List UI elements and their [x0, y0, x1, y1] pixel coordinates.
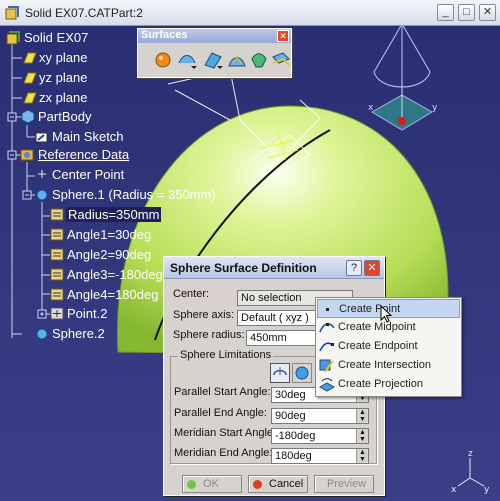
- tree-label: Sphere.1 (Radius = 350mm): [52, 187, 216, 202]
- fill-tool-icon[interactable]: [248, 49, 270, 71]
- preview-label: Preview: [327, 478, 367, 490]
- parallel-start-angle-value: 30deg: [275, 389, 306, 401]
- parameter-icon: [50, 268, 64, 281]
- parameter-icon: [50, 248, 64, 261]
- sketch-icon: [35, 132, 48, 143]
- dialog-close-button[interactable]: ✕: [364, 260, 380, 276]
- tree-label: zx plane: [39, 90, 88, 105]
- plane-icon: [23, 72, 37, 84]
- intersection-icon: [319, 359, 334, 373]
- plane-icon: [23, 52, 37, 64]
- tree-label: Reference Data: [38, 147, 130, 162]
- spinner-icon[interactable]: ▲▼: [356, 429, 368, 443]
- toolbar-title: Surfaces: [141, 29, 188, 41]
- menu-item-label: Create Endpoint: [338, 340, 418, 352]
- offset-tool-icon[interactable]: [202, 49, 224, 71]
- whole-sphere-toggle-icon[interactable]: [292, 363, 312, 383]
- tree-label: Center Point: [52, 167, 125, 182]
- sphere-limitations-label: Sphere Limitations: [178, 349, 274, 361]
- midpoint-icon: [319, 323, 335, 333]
- parameter-icon: [50, 228, 64, 241]
- surfaces-toolbar[interactable]: Surfaces ✕: [137, 28, 292, 78]
- ok-label: OK: [203, 478, 219, 490]
- meridian-start-angle-value: -180deg: [275, 430, 316, 442]
- cancel-button[interactable]: Cancel: [248, 475, 308, 493]
- parallel-end-angle-field[interactable]: 90deg ▲ ▼: [271, 408, 369, 424]
- toolbar-close-button[interactable]: ✕: [277, 30, 289, 42]
- meridian-start-angle-label: Meridian Start Angle:: [174, 427, 277, 439]
- meridian-end-angle-value: 180deg: [275, 450, 312, 462]
- parallel-start-angle-label: Parallel Start Angle:: [174, 386, 271, 398]
- mouse-cursor-icon: [380, 305, 393, 323]
- menu-item-label: Create Intersection: [338, 359, 431, 371]
- cancel-icon: [253, 480, 262, 489]
- toolbar-header[interactable]: Surfaces ✕: [138, 29, 291, 43]
- point-icon: [326, 308, 329, 311]
- tree-label: Solid EX07: [24, 30, 89, 45]
- menu-item-label: Create Projection: [338, 378, 423, 390]
- tree-label: Point.2: [67, 306, 108, 321]
- extrude-tool-icon[interactable]: [176, 49, 198, 71]
- sphere-radius-label: Sphere radius:: [173, 329, 245, 341]
- cancel-label: Cancel: [269, 478, 304, 490]
- blend-tool-icon[interactable]: [270, 49, 292, 71]
- body-icon: [21, 109, 35, 124]
- preview-button[interactable]: Preview: [314, 475, 374, 493]
- parallel-end-angle-value: 90deg: [275, 410, 306, 422]
- meridian-start-angle-field[interactable]: -180deg ▲ ▼: [271, 428, 369, 444]
- meridian-end-angle-field[interactable]: 180deg ▲ ▼: [271, 448, 369, 464]
- tree-label: Angle2=90deg: [67, 247, 152, 262]
- sphere-tool-icon[interactable]: [152, 49, 174, 71]
- part-icon: [6, 31, 20, 45]
- dialog-title: Sphere Surface Definition: [170, 261, 317, 275]
- menu-item-label: Create Midpoint: [338, 321, 416, 333]
- sphere-icon: [36, 189, 48, 201]
- plane-icon: [23, 92, 37, 104]
- tree-label: Sphere.2: [52, 326, 105, 341]
- tree-label: Angle1=30deg: [67, 227, 152, 242]
- geometrical-set-icon: [20, 149, 34, 161]
- meridian-end-angle-label: Meridian End Angle:: [174, 447, 273, 459]
- menu-item-create-projection[interactable]: Create Projection: [317, 375, 460, 394]
- dialog-title-bar[interactable]: Sphere Surface Definition ? ✕: [164, 257, 384, 279]
- tree-label: xy plane: [39, 50, 88, 65]
- endpoint-icon: [319, 342, 334, 352]
- menu-item-create-intersection[interactable]: Create Intersection: [317, 356, 460, 375]
- tree-label: PartBody: [38, 109, 92, 124]
- sweep-tool-icon[interactable]: [226, 49, 248, 71]
- spinner-icon[interactable]: ▲▼: [356, 409, 368, 423]
- projection-icon: [319, 378, 335, 392]
- catia-window: Solid EX07.CATPart:2 _ □ ✕ x y z x y Sol…: [0, 0, 500, 501]
- parameter-icon: [50, 208, 64, 221]
- sphere-axis-label: Sphere axis:: [173, 309, 235, 321]
- center-label: Center:: [173, 288, 210, 300]
- tree-label: Main Sketch: [52, 129, 124, 144]
- tree-label: yz plane: [39, 70, 88, 85]
- spinner-icon[interactable]: ▲▼: [356, 449, 368, 463]
- parallel-end-angle-label: Parallel End Angle:: [174, 407, 267, 419]
- tree-label: Angle4=180deg: [67, 287, 159, 302]
- tree-label: Angle3=-180deg: [67, 267, 163, 282]
- point-feature-icon: [50, 307, 64, 320]
- ok-icon: [187, 480, 196, 489]
- help-button[interactable]: ?: [346, 260, 362, 276]
- tree-label-selected: Radius=350mm: [66, 207, 162, 222]
- partial-sphere-toggle-icon[interactable]: [270, 363, 290, 383]
- point-icon: [38, 170, 46, 178]
- ok-button[interactable]: OK: [182, 475, 242, 493]
- sphere-icon: [36, 328, 48, 340]
- parameter-icon: [50, 288, 64, 301]
- menu-item-create-endpoint[interactable]: Create Endpoint: [317, 337, 460, 356]
